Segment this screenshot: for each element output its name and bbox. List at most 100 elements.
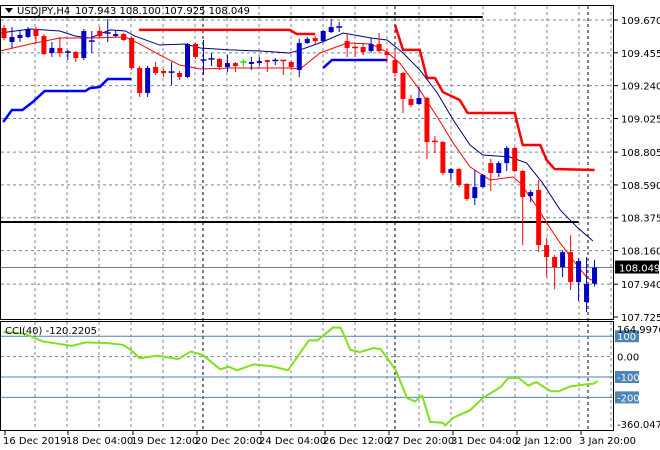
candle-body [376,43,382,51]
candle-body [552,256,558,268]
time-label: 27 Dec 20:00 [387,436,454,447]
candle [496,161,502,177]
price-label: 109.240 [621,82,660,93]
candle [312,36,318,44]
time-label: 2 Jan 12:00 [515,436,572,447]
candle [456,167,462,188]
candle [408,94,414,108]
candle-body [360,47,366,53]
candle-body [320,30,326,42]
price-label: 108.160 [621,247,660,258]
candle [177,71,183,81]
time-label: 20 Dec 20:00 [195,436,262,447]
cci-level-label: 0.00 [617,353,639,364]
candle [64,49,71,61]
candle [400,72,406,113]
candle [392,49,398,77]
candle-body [248,61,254,64]
candle-body [312,38,318,42]
candle [431,136,438,154]
moving-average-upper [0,28,594,242]
candle [448,167,454,181]
candle [296,38,302,77]
candle-body [408,98,414,106]
price-label: 107.940 [621,280,660,291]
candle [576,258,582,301]
candle [328,18,334,33]
candle-body [161,71,167,73]
candle-body [472,187,478,199]
time-label: 16 Dec 2019 [3,436,67,447]
candle [113,29,119,37]
candle-body [384,52,390,55]
candle [416,87,422,106]
candle [57,36,63,57]
candle-body [576,261,582,283]
candle-body [193,43,199,57]
candle-body [368,43,374,51]
candle-body [568,252,574,283]
candle [264,60,270,73]
dropdown-triangle-icon[interactable] [5,8,13,13]
candle [49,41,55,57]
candle-body [216,58,222,68]
candle-body [536,189,542,246]
candle [320,29,326,42]
candle-body [25,29,31,37]
candle [81,29,87,61]
candle-body [480,174,486,188]
time-label: 24 Dec 04:00 [259,436,326,447]
candle-body [344,41,350,48]
candle [73,50,79,62]
candle-body [512,147,518,172]
candle [129,36,135,70]
time-label: 19 Dec 12:00 [131,436,198,447]
candle-body [137,67,143,93]
candle-body [9,36,15,42]
candle [1,25,7,41]
current-price-label: 108.049 [619,264,660,275]
candle-body [224,63,230,68]
candle [137,65,143,97]
candle [336,21,343,33]
chart-canvas[interactable]: 109.670 109.455 109.240 109.025 108.805 108.5… [0,0,660,450]
candle-body [129,38,135,68]
candle [440,140,446,175]
candle-body [41,36,47,55]
grid [1,6,613,430]
candle [224,54,230,73]
time-label: 31 Dec 04:00 [451,436,518,447]
candle-body [544,245,550,257]
cci-series [3,326,599,427]
cci-title: CCI(40) -120.2205 [5,326,97,337]
candle [240,58,247,68]
candle-body [121,34,127,41]
candle [208,52,215,66]
candle-body [488,163,494,174]
price-label: 109.455 [621,49,660,60]
candle-body [304,38,310,44]
cci-max-label: 164.9976 [617,325,660,336]
symbol-timeframe: USDJPY,H4 [17,6,70,17]
candle [256,56,262,66]
trading-chart-window[interactable]: 109.670 109.455 109.240 109.025 108.805 108.5… [0,0,660,450]
candle [368,38,374,53]
candle-body [185,43,191,77]
candle [272,58,279,66]
candle [145,65,151,97]
axes: 109.670 109.455 109.240 109.025 108.805 108.5… [3,16,660,447]
cci-line [3,326,599,427]
candle-body [400,72,406,99]
ohlc-readout: 107.943 108.100 107.925 108.049 [75,6,250,17]
candle-body [232,63,238,66]
candle-body [97,30,103,37]
candle [536,180,542,253]
candle-body [73,52,79,59]
candle-body [520,171,526,197]
candle-body [448,169,454,174]
candle [168,61,175,86]
candle [344,32,350,57]
candle-body [288,61,294,68]
candle [464,183,470,201]
candle [121,32,127,42]
